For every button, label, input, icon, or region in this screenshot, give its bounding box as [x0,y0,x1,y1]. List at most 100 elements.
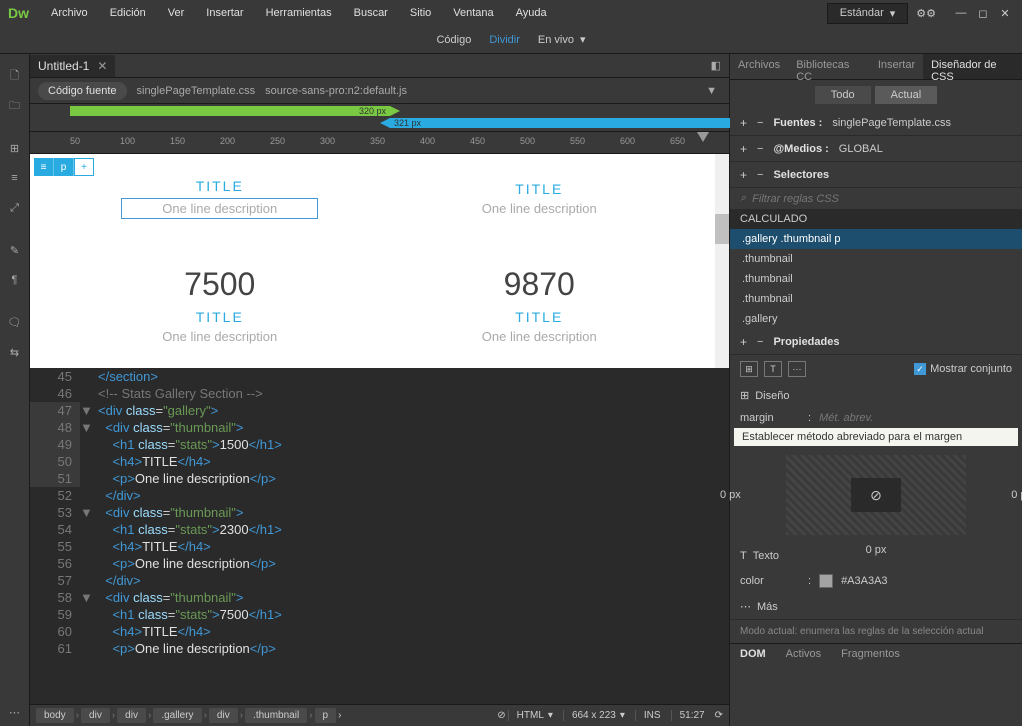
plus-icon[interactable]: + [740,168,747,182]
minus-icon[interactable]: − [757,143,763,155]
margin-shorthand[interactable]: Mét. abrev. [819,412,873,424]
menu-item[interactable]: Insertar [196,3,253,23]
bottom-tab[interactable]: Activos [776,644,831,665]
width-marker[interactable] [697,132,709,142]
preview-cell[interactable]: TITLEOne line description [60,154,380,243]
close-tab-icon[interactable]: ✕ [97,59,107,73]
preview-cell[interactable]: 9870TITLEOne line description [380,243,700,369]
related-file[interactable]: source-sans-pro:n2:default.js [265,85,407,97]
mq-bar-min[interactable]: 321 px [390,118,730,128]
show-set-checkbox[interactable]: ✓ [914,363,926,375]
sources-section[interactable]: + − Fuentes : singlePageTemplate.css [730,110,1022,136]
menu-item[interactable]: Buscar [344,3,398,23]
selector-item[interactable]: .gallery [730,309,1022,329]
close-icon[interactable]: ✕ [996,6,1014,20]
selector-item[interactable]: .thumbnail [730,249,1022,269]
link-icon[interactable]: ⊘ [870,487,882,504]
color-swatch[interactable] [819,574,833,588]
bottom-tab[interactable]: Fragmentos [831,644,910,665]
color-label: color [740,575,800,587]
ruler-tick: 600 [620,136,635,146]
source-code-button[interactable]: Código fuente [38,82,127,100]
format-icon[interactable]: ¶ [0,266,29,294]
search-icon: ⌕ [740,192,746,205]
panel-tab[interactable]: Archivos [730,54,788,79]
sync-icon[interactable]: ⟳ [715,710,723,721]
breadcrumb-item[interactable]: .gallery [153,708,201,723]
breadcrumb-item[interactable]: div [81,708,110,723]
expand-icon[interactable]: ⤢ [0,194,29,222]
manage-icon[interactable]: ⊞ [0,134,29,162]
maximize-icon[interactable]: ◻ [974,6,992,20]
workspace-dropdown[interactable]: Estándar▾ [827,3,909,24]
list-icon[interactable]: ≡ [0,164,29,192]
sub-tab-all[interactable]: Todo [815,86,871,104]
tag-badge[interactable]: p [54,158,74,176]
preview-cell[interactable]: TITLEOne line description [380,154,700,243]
breadcrumb-item[interactable]: p [315,708,337,723]
comment-icon[interactable]: 🗨 [0,308,29,336]
code-editor[interactable]: 45</section>46<!-- Stats Gallery Section… [30,368,729,704]
add-icon[interactable]: + [74,158,94,176]
menu-item[interactable]: Herramientas [256,3,342,23]
view-live[interactable]: En vivo [538,34,574,46]
filter-icon[interactable]: ▼ [706,85,717,97]
selector-item[interactable]: .thumbnail [730,269,1022,289]
view-split[interactable]: Dividir [489,34,520,46]
selector-item[interactable]: .gallery .thumbnail p [730,229,1022,249]
detach-icon[interactable]: ◧ [711,59,721,72]
menu-item[interactable]: Ver [158,3,195,23]
plus-icon[interactable]: + [740,335,747,349]
selector-item[interactable]: .thumbnail [730,289,1022,309]
properties-section[interactable]: + − Propiedades [730,329,1022,355]
viewport-size[interactable]: 664 x 223 ▾ [563,710,633,721]
panel-tab[interactable]: Bibliotecas CC [788,54,870,79]
breadcrumb-item[interactable]: div [117,708,146,723]
file-icon[interactable]: 🗋 [0,62,29,90]
menu-icon[interactable]: ≡ [34,158,54,176]
more-props-icon[interactable]: ⋯ [788,361,806,377]
chevron-right-icon[interactable]: › [338,710,341,721]
layout-icon[interactable]: ⊞ [740,361,758,377]
plus-icon[interactable]: + [740,116,747,130]
menu-item[interactable]: Archivo [41,3,98,23]
media-section[interactable]: + − @Medios : GLOBAL [730,136,1022,162]
view-code[interactable]: Código [436,34,471,46]
menu-item[interactable]: Ayuda [506,3,557,23]
error-icon[interactable]: ⊘ [497,710,505,721]
text-icon[interactable]: T [764,361,782,377]
breadcrumb-item[interactable]: div [209,708,238,723]
menu-item[interactable]: Sitio [400,3,441,23]
minus-icon[interactable]: − [757,169,763,181]
plus-icon[interactable]: + [740,142,747,156]
scrollbar[interactable] [715,154,729,368]
selectors-section[interactable]: + − Selectores [730,162,1022,188]
chevron-down-icon[interactable]: ▾ [580,33,586,46]
minus-icon[interactable]: − [757,117,763,129]
live-preview[interactable]: ≡ p + TITLEOne line descriptionTITLEOne … [30,154,729,368]
panel-tab[interactable]: Diseñador de CSS [923,54,1022,79]
breadcrumb-item[interactable]: .thumbnail [245,708,307,723]
sub-tab-current[interactable]: Actual [875,86,938,104]
box-model[interactable]: 0 px ⊘ 0 px 0 px [750,450,1002,540]
filter-rules-input[interactable]: ⌕ Filtrar reglas CSS [730,188,1022,209]
menu-item[interactable]: Edición [100,3,156,23]
color-value[interactable]: #A3A3A3 [841,575,887,587]
more-icon[interactable]: ⋯ [0,698,29,726]
lang-select[interactable]: HTML ▾ [508,710,561,721]
wand-icon[interactable]: ✎ [0,236,29,264]
mq-bar-max[interactable]: 320 px [70,106,390,116]
collapse-icon[interactable]: ⇆ [0,338,29,366]
insert-mode[interactable]: INS [635,710,669,721]
folder-icon[interactable]: 🗀 [0,92,29,120]
related-file[interactable]: singlePageTemplate.css [137,85,256,97]
menu-item[interactable]: Ventana [443,3,503,23]
settings-icon[interactable]: ⚙⚙ [916,7,936,20]
preview-cell[interactable]: 7500TITLEOne line description [60,243,380,369]
panel-tab[interactable]: Insertar [870,54,923,79]
bottom-tab[interactable]: DOM [730,644,776,665]
minus-icon[interactable]: − [757,336,763,348]
breadcrumb-item[interactable]: body [36,708,74,723]
file-tab[interactable]: Untitled-1 ✕ [30,55,115,77]
minimize-icon[interactable]: — [952,6,970,20]
